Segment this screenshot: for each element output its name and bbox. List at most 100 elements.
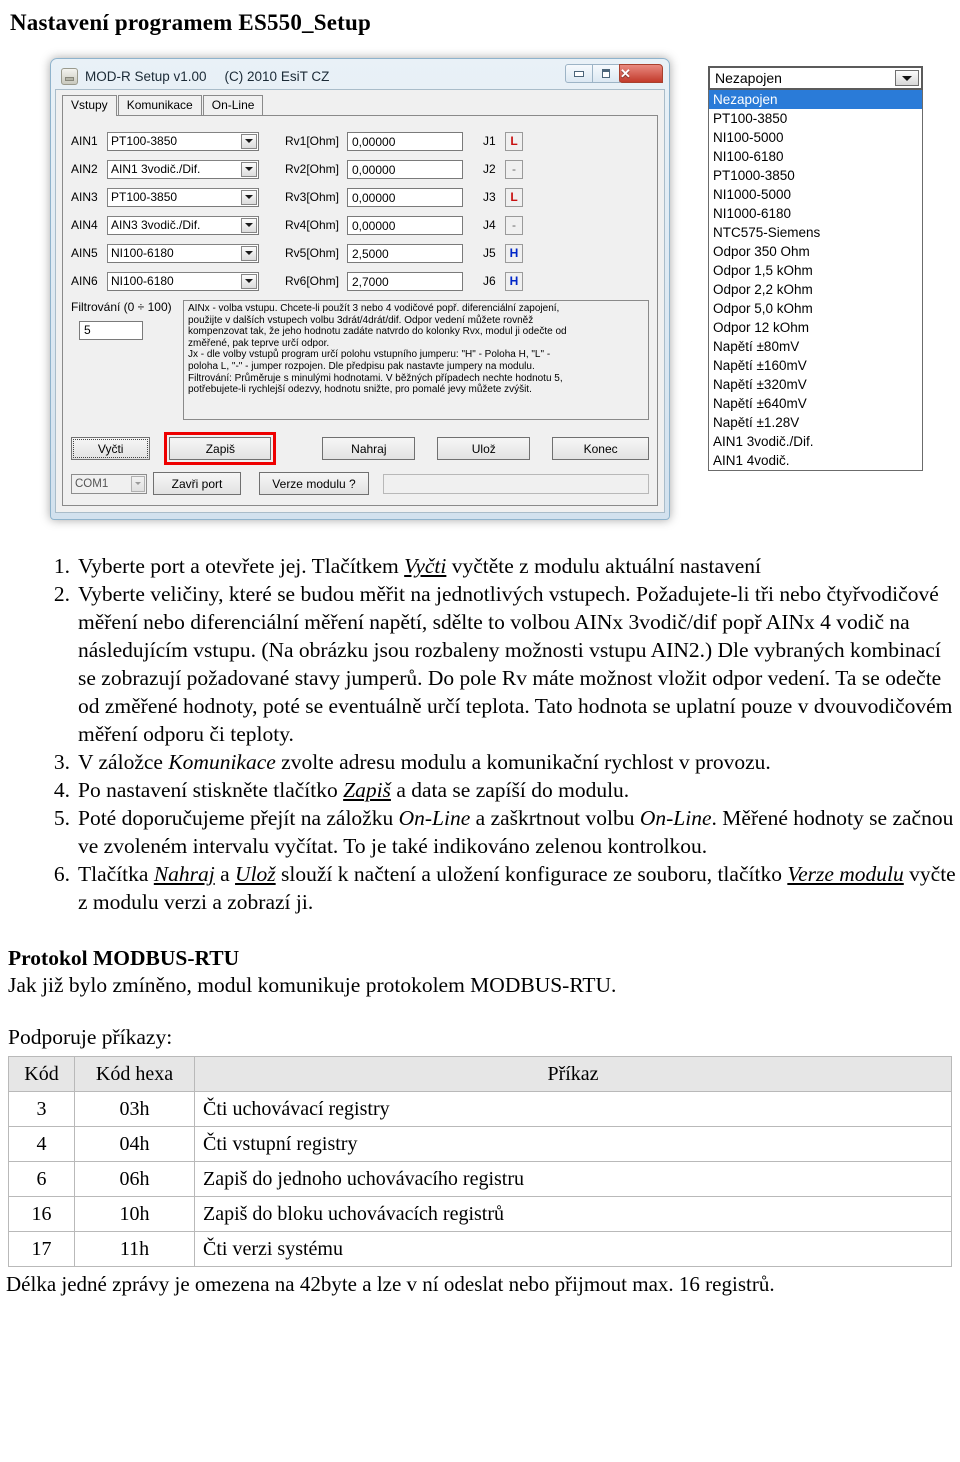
close-glyph: ✕ [620, 66, 631, 81]
window-controls: ✕ [565, 64, 663, 83]
filter-and-help: Filtrování (0 ÷ 100) 5 AINx - volba vstu… [71, 300, 649, 420]
sensor-combo[interactable]: PT100-3850 [107, 187, 259, 207]
dropdown-option[interactable]: NI1000-6180 [709, 204, 922, 223]
maximize-icon[interactable] [592, 64, 620, 83]
cell-kod-hexa: 06h [74, 1161, 195, 1197]
dropdown-option[interactable]: Odpor 2,2 kOhm [709, 280, 922, 299]
rv-input[interactable]: 2,5000 [347, 243, 463, 263]
sensor-dropdown-header[interactable]: Nezapojen [708, 66, 923, 90]
chevron-down-icon[interactable] [241, 189, 257, 205]
dropdown-option[interactable]: AIN1 4vodič. [709, 451, 922, 470]
jumper-state: L [505, 131, 523, 151]
sensor-combo[interactable]: AIN3 3vodič./Dif. [107, 215, 259, 235]
sensor-dropdown-list[interactable]: Nezapojen PT100-3850 NI100-5000 NI100-61… [708, 90, 923, 471]
zapis-button[interactable]: Zapiš [169, 437, 272, 460]
rv-input[interactable]: 0,00000 [347, 215, 463, 235]
tab-online[interactable]: On-Line [202, 95, 264, 115]
column-header-kod: Kód [8, 1056, 75, 1092]
zapis-highlight-box: Zapiš [164, 432, 277, 465]
dropdown-option[interactable]: Odpor 5,0 kOhm [709, 299, 922, 318]
sensor-combo[interactable]: AIN1 3vodič./Dif. [107, 159, 259, 179]
sensor-combo-value: PT100-3850 [111, 134, 178, 148]
uloz-button[interactable]: Ulož [437, 437, 531, 460]
dropdown-option[interactable]: Odpor 350 Ohm [709, 242, 922, 261]
sensor-combo[interactable]: NI100-6180 [107, 271, 259, 291]
cell-prikaz: Zapiš do bloku uchovávacích registrů [194, 1196, 952, 1232]
dropdown-option[interactable]: PT1000-3850 [709, 166, 922, 185]
sensor-combo-value: NI100-6180 [111, 246, 174, 260]
konec-button[interactable]: Konec [552, 437, 649, 460]
tab-komunikace[interactable]: Komunikace [117, 95, 202, 115]
column-header-kod-hexa: Kód hexa [74, 1056, 195, 1092]
nahraj-button[interactable]: Nahraj [322, 437, 416, 460]
chevron-down-icon[interactable] [241, 245, 257, 261]
zavri-port-button[interactable]: Zavři port [153, 472, 241, 495]
dropdown-option[interactable]: Napětí ±320mV [709, 375, 922, 394]
instruction-item: Vyberte port a otevřete jej. Tlačítkem V… [44, 552, 761, 580]
window-title: MOD-R Setup v1.00 [85, 68, 207, 84]
com-port-select[interactable]: COM1 [71, 473, 147, 494]
chevron-down-icon[interactable] [241, 161, 257, 177]
cell-kod-hexa: 11h [74, 1231, 195, 1267]
cell-kod-hexa: 03h [74, 1091, 195, 1127]
com-port-value: COM1 [75, 477, 109, 490]
instruction-item: Poté doporučujeme přejít na záložku On-L… [44, 804, 954, 858]
rv-input[interactable]: 2,7000 [347, 271, 463, 291]
cell-kod: 16 [8, 1196, 75, 1232]
jumper-state: H [505, 271, 523, 291]
dropdown-option[interactable]: NI100-5000 [709, 128, 922, 147]
chevron-down-icon[interactable] [241, 273, 257, 289]
instruction-item: Po nastavení stiskněte tlačítko Zapiš a … [44, 776, 630, 804]
status-message-field [383, 473, 649, 494]
sensor-combo-value: PT100-3850 [111, 190, 178, 204]
rv-input[interactable]: 0,00000 [347, 131, 463, 151]
dropdown-option[interactable]: AIN1 3vodič./Dif. [709, 432, 922, 451]
filter-input[interactable]: 5 [79, 321, 143, 340]
rv-input[interactable]: 0,00000 [347, 187, 463, 207]
help-line: změřené, pak teprve určí odpor. [188, 337, 330, 349]
chevron-down-icon[interactable] [895, 70, 919, 86]
dropdown-option[interactable]: NI100-6180 [709, 147, 922, 166]
dropdown-option[interactable]: Nezapojen [709, 90, 922, 109]
input-rows: AIN1 PT100-3850 Rv1[Ohm] 0,00000 J1 L AI… [71, 128, 649, 294]
cell-kod-hexa: 04h [74, 1126, 195, 1162]
sensor-combo[interactable]: PT100-3850 [107, 131, 259, 151]
dropdown-option[interactable]: Odpor 12 kOhm [709, 318, 922, 337]
page-title: Nastavení programem ES550_Setup [10, 10, 372, 35]
rv-label: Rv4[Ohm] [285, 218, 340, 232]
cell-kod: 3 [8, 1091, 75, 1127]
dropdown-option[interactable]: Napětí ±80mV [709, 337, 922, 356]
dropdown-option[interactable]: Napětí ±160mV [709, 356, 922, 375]
tab-vstupy[interactable]: Vstupy [62, 95, 117, 116]
dropdown-option[interactable]: NTC575-Siemens [709, 223, 922, 242]
jumper-label: J5 [483, 246, 496, 260]
dropdown-option[interactable]: Napětí ±640mV [709, 394, 922, 413]
dropdown-option[interactable]: Napětí ±1.28V [709, 413, 922, 432]
close-icon[interactable]: ✕ [619, 64, 663, 83]
column-header-prikaz: Příkaz [194, 1056, 952, 1092]
cell-kod-hexa: 10h [74, 1196, 195, 1232]
table-row: 6 06h Zapiš do jednoho uchovávacího regi… [8, 1161, 952, 1197]
chevron-down-icon[interactable] [131, 475, 145, 492]
tabstrip: Vstupy Komunikace On-Line [62, 95, 658, 116]
vycti-button[interactable]: Vyčti [71, 437, 151, 460]
dropdown-option[interactable]: PT100-3850 [709, 109, 922, 128]
cell-prikaz: Čti uchovávací registry [194, 1091, 952, 1127]
minimize-icon[interactable] [565, 64, 593, 83]
rv-input[interactable]: 0,00000 [347, 159, 463, 179]
cell-kod: 4 [8, 1126, 75, 1162]
input-row: AIN6 NI100-6180 Rv6[Ohm] 2,7000 J6 H [71, 268, 649, 294]
chevron-down-icon[interactable] [241, 217, 257, 233]
help-line: poloha L, "-" - jumper rozpojen. Dle pře… [188, 360, 535, 372]
tabpage-vstupy: AIN1 PT100-3850 Rv1[Ohm] 0,00000 J1 L AI… [62, 116, 658, 506]
dropdown-option[interactable]: NI1000-5000 [709, 185, 922, 204]
window-titlebar[interactable]: MOD-R Setup v1.00 (C) 2010 EsiT CZ ✕ [55, 63, 665, 89]
chevron-down-icon[interactable] [241, 133, 257, 149]
help-line: Jx - dle volby vstupů program určí poloh… [188, 349, 551, 361]
dropdown-option[interactable]: Odpor 1,5 kOhm [709, 261, 922, 280]
rv-label: Rv3[Ohm] [285, 190, 340, 204]
jumper-label: J4 [483, 218, 496, 232]
table-row: 16 10h Zapiš do bloku uchovávacích regis… [8, 1196, 952, 1232]
verze-modulu-button[interactable]: Verze modulu ? [259, 472, 369, 495]
sensor-combo[interactable]: NI100-6180 [107, 243, 259, 263]
